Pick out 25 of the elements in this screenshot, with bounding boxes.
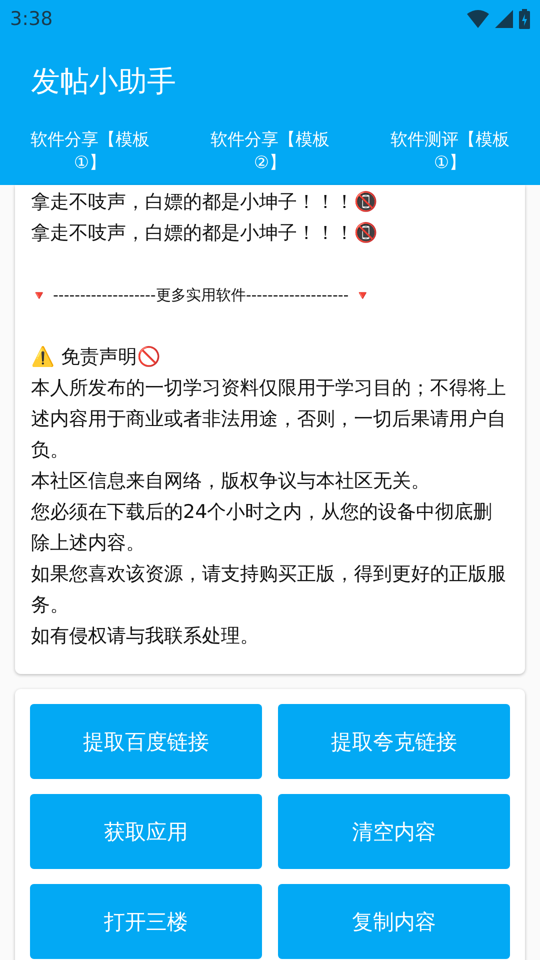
status-time: 3:38 [10,8,53,30]
action-button[interactable]: 获取应用 [30,794,262,869]
text-line: ⚠ 免责声明🚫 [31,345,162,370]
tab[interactable]: 软件分享【模板②】 [180,125,360,185]
triangle-icon: 🔻 [354,288,371,304]
text-line: 本社区信息来自网络，版权争议与本社区无关。 [31,469,431,494]
text-line: 本人所发布的一切学习资料仅限用于学习目的；不得将上述内容用于商业或者非法用途，否则，一切后果请用户自负。 [31,376,507,463]
signal-icon [495,10,513,28]
text-line: 拿走不吱声，白嫖的都是小坤子！！！📵 [31,190,379,215]
text-line: 如果您喜欢该资源，请支持购买正版，得到更好的正版服务。 [31,562,507,618]
divider-text: -------------------更多实用软件------------------- [53,285,349,306]
triangle-icon: 🔻 [31,288,47,304]
app-title: 发帖小助手 [30,63,177,100]
text-line: 拿走不吱声，白嫖的都是小坤子！！！📵 [31,221,379,246]
wifi-icon [467,10,489,28]
action-button[interactable]: 复制内容 [278,884,510,959]
tab[interactable]: 软件分享【模板①】 [0,125,180,185]
tab[interactable]: 软件测评【模板①】 [360,125,540,185]
battery-icon [519,9,530,29]
action-button[interactable]: 提取百度链接 [30,704,262,779]
action-button[interactable]: 提取夸克链接 [278,704,510,779]
text-line: 如有侵权请与我联系处理。 [31,624,260,649]
action-button[interactable]: 清空内容 [278,794,510,869]
text-line: 您必须在下载后的24个小时之内，从您的设备中彻底删除上述内容。 [31,500,494,556]
action-button[interactable]: 打开三楼 [30,884,262,959]
